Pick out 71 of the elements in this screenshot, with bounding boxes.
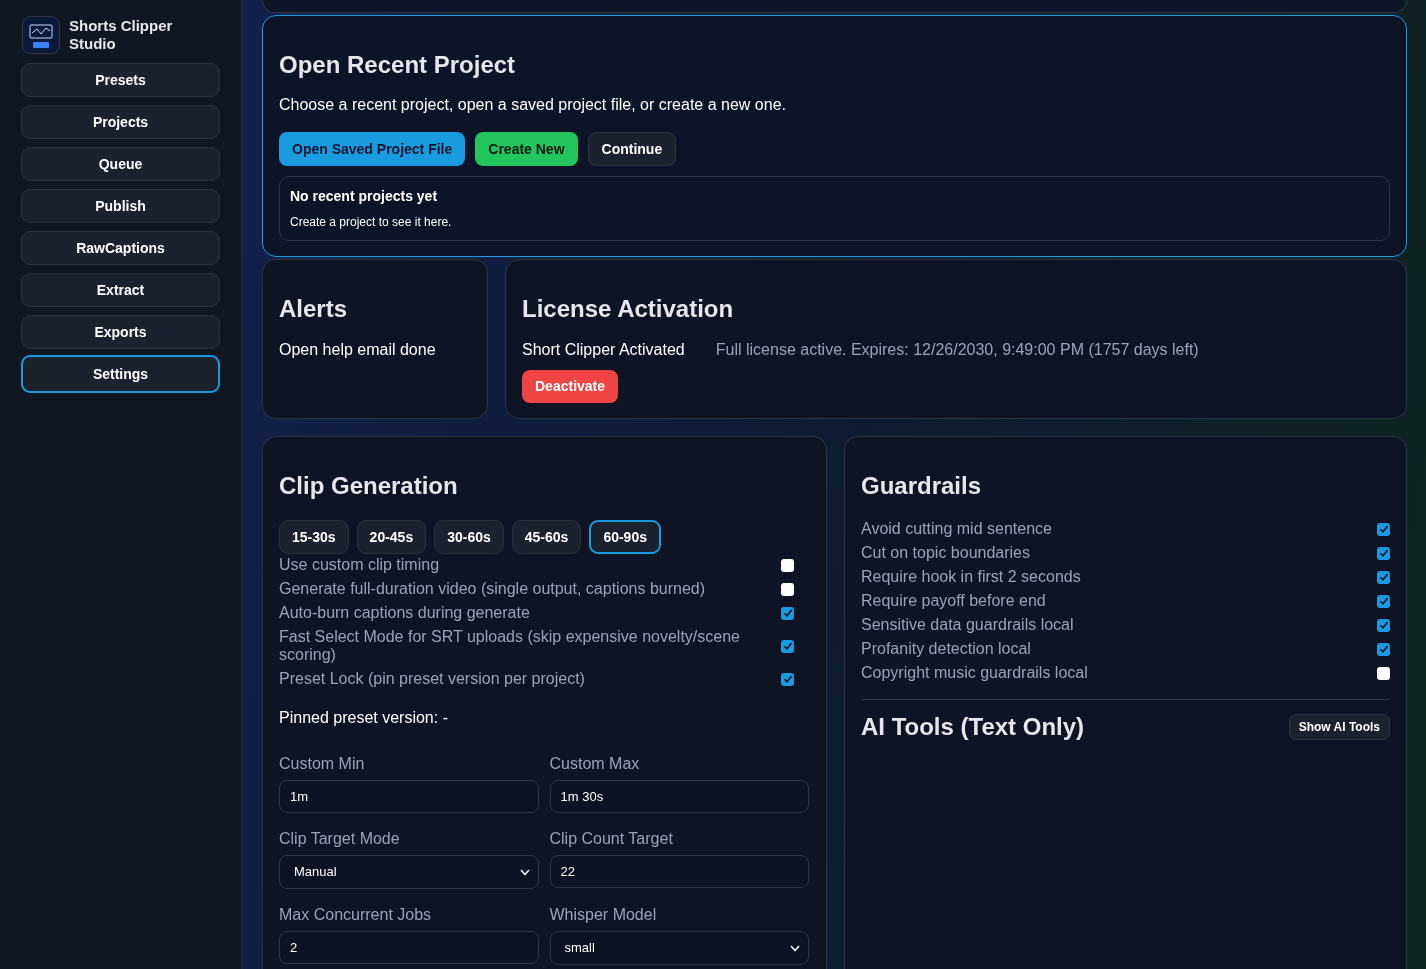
option-label: Use custom clip timing [279,556,440,574]
field-label: Clip Count Target [549,829,674,849]
option-label: Cut on topic boundaries [861,544,1030,562]
duration-chip[interactable]: 30-60s [434,520,504,554]
input-field[interactable]: 1m 30s [549,780,809,813]
show-ai-tools-button[interactable]: Show AI Tools [1288,714,1390,740]
nav-button[interactable]: Exports [21,315,220,349]
card-description: Choose a recent project, open a saved project file, or create a new one. [279,95,787,115]
checkbox[interactable] [781,582,794,596]
card-title: Guardrails [861,471,983,501]
field-label: Max Concurrent Jobs [279,905,433,925]
card-title: Open Recent Project [279,50,517,80]
chevron-down-icon [790,944,800,952]
checkbox[interactable] [1377,522,1390,536]
input-field[interactable]: 1m [279,780,539,813]
license-status: Short Clipper Activated [522,340,685,360]
nav-button[interactable]: Extract [21,273,220,307]
action-button[interactable]: Open Saved Project File [279,132,466,166]
card-title: License Activation [522,294,735,324]
option-label: Sensitive data guardrails local [861,616,1074,634]
option-label: Preset Lock (pin preset version per project) [279,670,585,688]
checkbox[interactable] [781,558,794,572]
input-field[interactable]: 22 [549,855,809,888]
action-button[interactable]: Continue [587,132,677,166]
app-name: Shorts Clipper Studio [69,17,174,53]
field-label: Custom Max [549,754,641,774]
checkbox[interactable] [1377,666,1390,680]
option-label: Fast Select Mode for SRT uploads (skip expensive novelty/scene scoring) [279,628,741,664]
option-label: Auto-burn captions during generate [279,604,530,622]
field-label: Clip Target Mode [279,829,401,849]
duration-chip[interactable]: 20-45s [356,520,427,554]
checkbox[interactable] [1377,618,1390,632]
nav-button[interactable]: Settings [21,355,220,393]
license-detail: Full license active. Expires: 12/26/2030, 9:49:00 PM (1757 days left) [715,340,1199,360]
action-button[interactable]: Create New [475,132,578,166]
option-label: Profanity detection local [861,640,1031,658]
option-label: Avoid cutting mid sentence [861,520,1052,538]
option-label: Require payoff before end [861,592,1046,610]
nav-button[interactable]: Projects [21,105,220,139]
nav-button[interactable]: RawCaptions [21,231,220,265]
card-title: Clip Generation [279,471,459,501]
alert-message: Open help email done [279,340,437,360]
duration-chip[interactable]: 60-90s [589,520,661,554]
nav-button[interactable]: Publish [21,189,220,223]
pinned-version: Pinned preset version: - [279,708,449,728]
select-field[interactable]: Manual [279,855,539,889]
card-title: Alerts [279,294,349,324]
chevron-down-icon [519,868,530,876]
empty-text: Create a project to see it here. [290,214,453,231]
field-label: Whisper Model [549,905,658,925]
duration-chip[interactable]: 45-60s [511,520,582,554]
input-field[interactable]: 2 [279,931,539,964]
duration-chip[interactable]: 15-30s [279,520,349,554]
nav-button[interactable]: Queue [21,147,220,181]
select-field[interactable]: small [549,931,809,965]
checkbox[interactable] [781,672,794,686]
checkbox[interactable] [1377,546,1390,560]
checkbox[interactable] [781,606,794,620]
option-label: Require hook in first 2 seconds [861,568,1081,586]
checkbox[interactable] [1377,594,1390,608]
option-label: Generate full-duration video (single output, captions burned) [279,580,706,598]
section-title: AI Tools (Text Only) [861,712,1085,742]
nav-button[interactable]: Presets [21,63,220,97]
empty-title: No recent projects yet [290,187,439,206]
app-logo-icon [22,16,60,54]
option-label: Copyright music guardrails local [861,664,1088,682]
checkbox[interactable] [1377,642,1390,656]
deactivate-button[interactable]: Deactivate [522,370,619,403]
field-label: Custom Min [279,754,366,774]
checkbox[interactable] [1377,570,1390,584]
checkbox[interactable] [781,639,794,653]
